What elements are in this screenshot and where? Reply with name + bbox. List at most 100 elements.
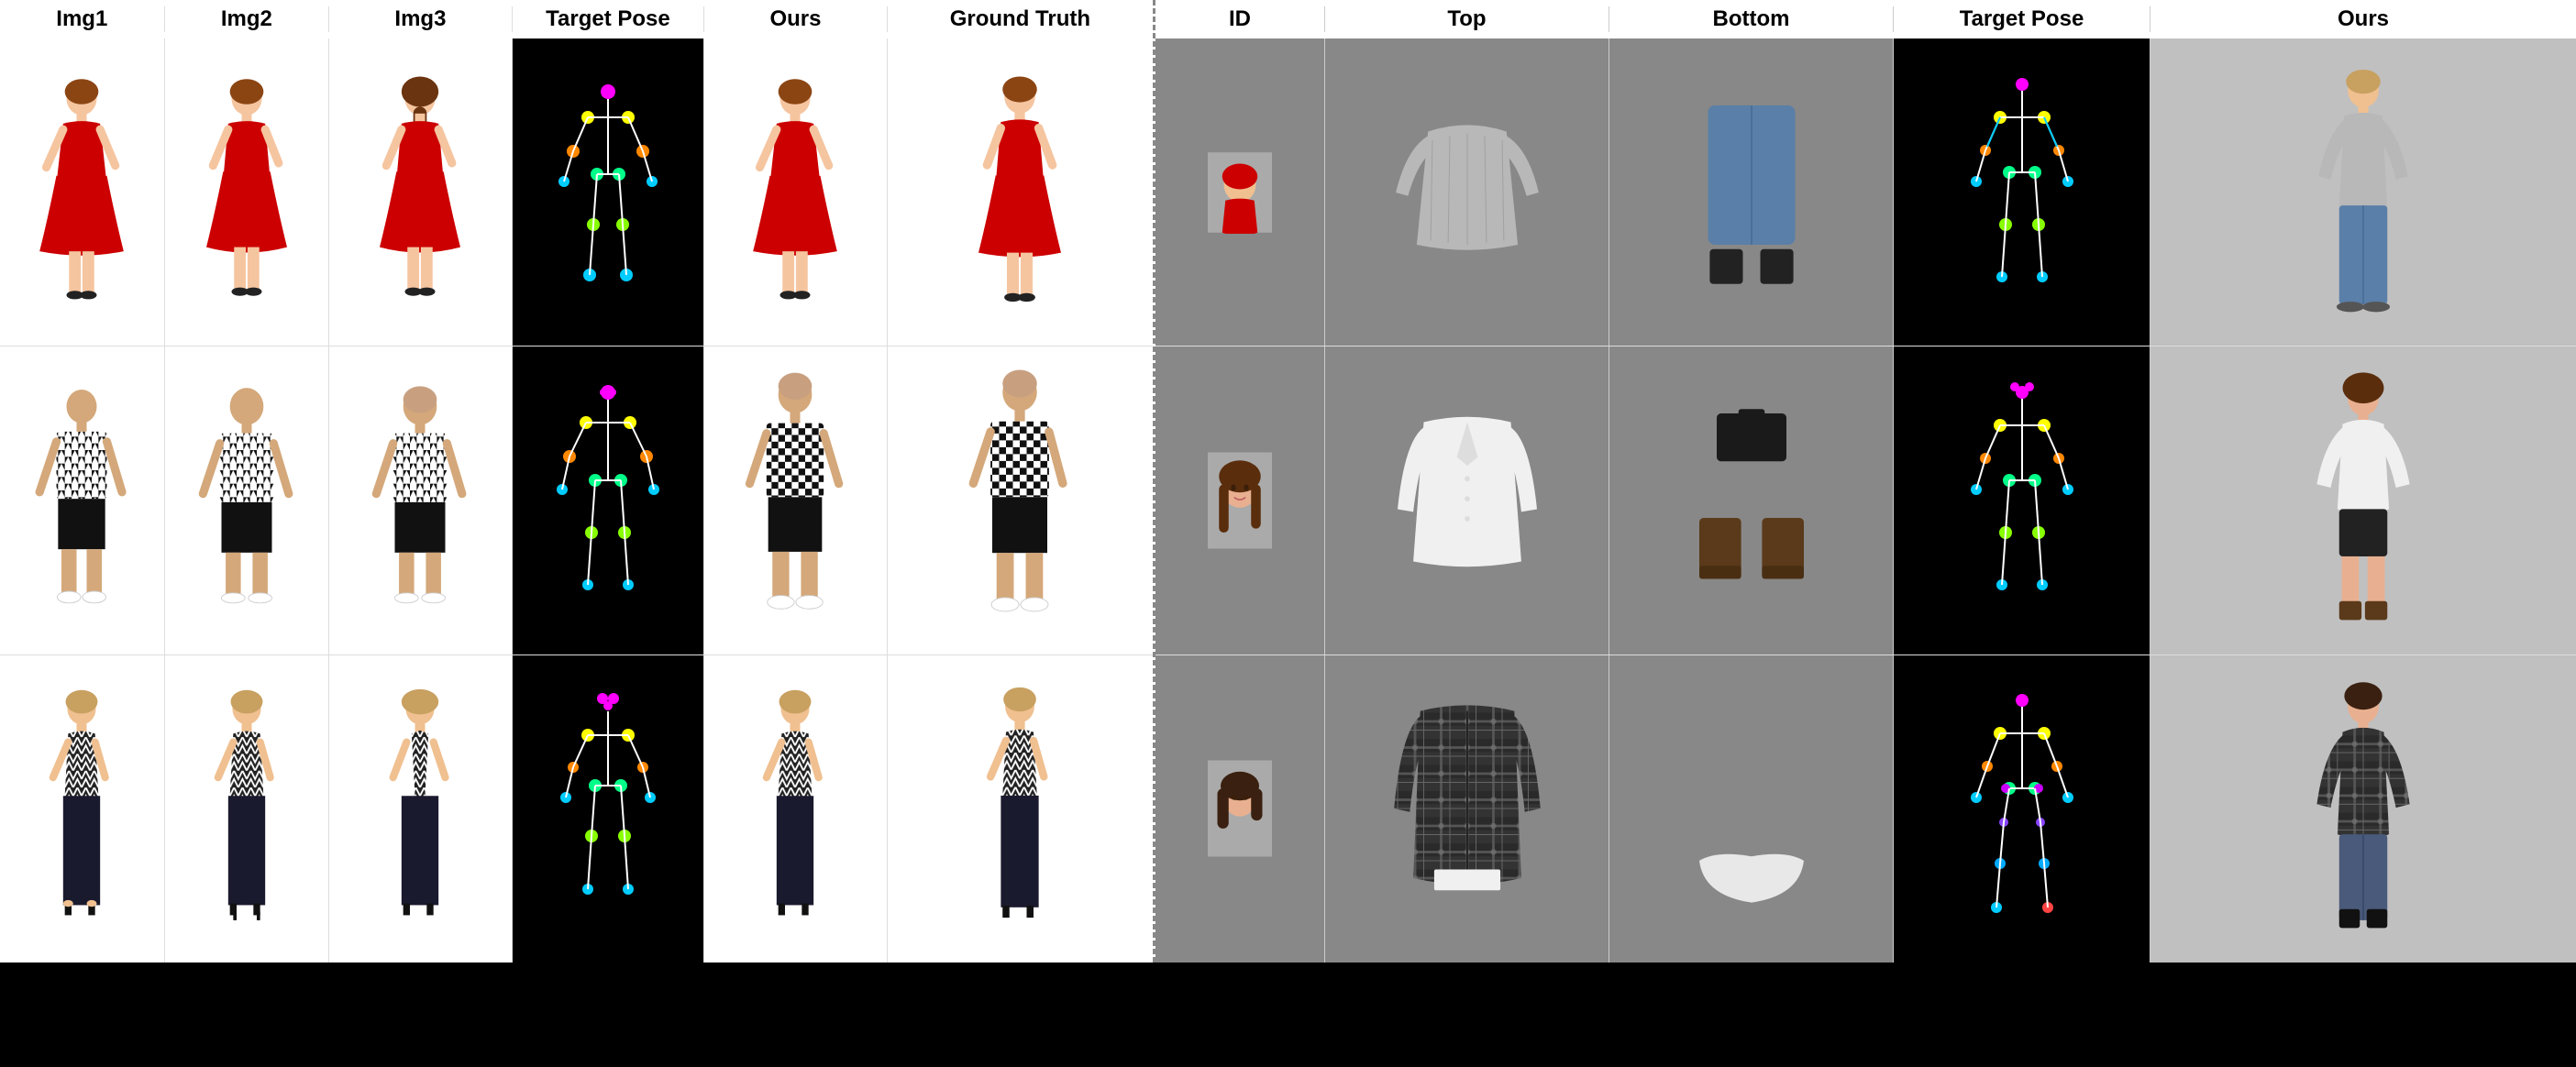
right-r1-target-pose	[1894, 38, 2150, 346]
left-r2-ours	[704, 346, 888, 654]
right-r2-ours	[2150, 346, 2576, 654]
left-r3-ground-truth	[888, 655, 1153, 962]
right-r1-ours-svg	[2294, 60, 2432, 325]
left-r2-img2	[165, 346, 330, 654]
right-r2-bottom	[1609, 346, 1894, 654]
right-r3-pose-skeleton	[1967, 666, 2077, 951]
id-r2-face	[1208, 450, 1272, 551]
right-header-row: ID Top Bottom Target Pose Ours	[1155, 0, 2576, 38]
right-r3-id	[1155, 655, 1325, 962]
left-r2-img3	[329, 346, 513, 654]
right-h1-label: ID	[1229, 6, 1251, 32]
left-h5-label: Ours	[769, 6, 821, 32]
right-header-bottom: Bottom	[1609, 6, 1894, 32]
left-r1-img3	[329, 38, 513, 346]
right-header-ours: Ours	[2150, 6, 2576, 32]
pose-skeleton-r2	[553, 358, 663, 643]
right-h4-label: Target Pose	[1960, 6, 2084, 32]
right-r2-top	[1325, 346, 1609, 654]
left-header-ground-truth: Ground Truth	[888, 6, 1153, 32]
right-r3-top	[1325, 655, 1609, 962]
left-r3-ours	[704, 655, 888, 962]
right-r1-top	[1325, 38, 1609, 346]
right-h5-label: Ours	[2338, 6, 2389, 32]
ours-r3-svg	[745, 676, 846, 941]
left-h4-label: Target Pose	[546, 6, 670, 32]
right-row-2	[1155, 346, 2576, 654]
left-r1-ours	[704, 38, 888, 346]
right-r1-id	[1155, 38, 1325, 346]
right-r2-target-pose	[1894, 346, 2150, 654]
right-r3-target-pose	[1894, 655, 2150, 962]
ours-r2-svg	[745, 363, 846, 638]
left-row-2	[0, 346, 1153, 654]
id-r1-face	[1208, 151, 1272, 234]
left-panel: Img1 Img2 Img3 Target Pose Ours Ground T…	[0, 0, 1155, 962]
left-r2-target-pose	[513, 346, 705, 654]
left-r1-target-pose	[513, 38, 705, 346]
left-r1-img1	[0, 38, 165, 346]
left-row-3	[0, 655, 1153, 962]
right-row-3	[1155, 655, 2576, 962]
right-header-target-pose: Target Pose	[1894, 6, 2150, 32]
left-r1-img2	[165, 38, 330, 346]
right-r1-ours	[2150, 38, 2576, 346]
red-dress-back-svg	[370, 64, 470, 321]
right-r3-bottom	[1609, 655, 1894, 962]
bottom-r1-jeans	[1664, 87, 1839, 298]
right-header-id: ID	[1155, 6, 1325, 32]
right-r3-ours	[2150, 655, 2576, 962]
left-h6-label: Ground Truth	[950, 6, 1090, 32]
left-r3-img2	[165, 655, 330, 962]
right-r2-id	[1155, 346, 1325, 654]
right-header-top: Top	[1325, 6, 1609, 32]
ours-r1-svg	[745, 64, 846, 321]
right-r1-bottom	[1609, 38, 1894, 346]
left-h1-label: Img1	[56, 6, 107, 32]
left-header-row: Img1 Img2 Img3 Target Pose Ours Ground T…	[0, 0, 1153, 38]
main-container: Img1 Img2 Img3 Target Pose Ours Ground T…	[0, 0, 2576, 962]
gt-r1-svg	[951, 64, 1089, 321]
left-r2-img1	[0, 346, 165, 654]
left-header-img2: Img2	[165, 6, 330, 32]
red-dress-front-svg	[31, 64, 132, 321]
right-r2-ours-svg	[2294, 368, 2432, 633]
gt-r3-svg	[951, 676, 1089, 941]
pose-skeleton-r3	[553, 666, 663, 951]
pose-skeleton-r1	[553, 50, 663, 335]
right-r3-ours-svg	[2294, 676, 2432, 941]
top-r1-sweater	[1380, 87, 1554, 298]
right-panel: ID Top Bottom Target Pose Ours	[1155, 0, 2576, 962]
bw-man-r2-img3	[370, 372, 470, 629]
left-header-ours: Ours	[704, 6, 888, 32]
left-header-img3: Img3	[329, 6, 513, 32]
red-dress-side-svg	[196, 64, 297, 321]
bottom-r3-empty	[1664, 703, 1839, 914]
bottom-black-bar	[0, 962, 2576, 1067]
bottom-r2-bag-boots	[1664, 395, 1839, 606]
bw-man-r2-img2	[196, 372, 297, 629]
gt-r2-svg	[951, 363, 1089, 638]
right-r2-pose-skeleton	[1967, 358, 2077, 643]
right-r1-pose-skeleton	[1967, 50, 2077, 335]
right-h3-label: Bottom	[1713, 6, 1790, 32]
id-r3-face	[1208, 758, 1272, 859]
left-r3-img3	[329, 655, 513, 962]
zigzag-woman-r3-img2	[196, 676, 297, 941]
left-header-img1: Img1	[0, 6, 165, 32]
left-r3-img1	[0, 655, 165, 962]
left-h2-label: Img2	[221, 6, 272, 32]
zigzag-woman-r3-img3	[370, 676, 470, 941]
left-h3-label: Img3	[394, 6, 446, 32]
left-r3-target-pose	[513, 655, 705, 962]
left-r1-ground-truth	[888, 38, 1153, 346]
left-row-1	[0, 38, 1153, 346]
top-r2-jacket	[1380, 395, 1554, 606]
zigzag-woman-r3-img1	[31, 676, 132, 941]
left-r2-ground-truth	[888, 346, 1153, 654]
bw-man-r2-img1	[31, 372, 132, 629]
left-header-target-pose: Target Pose	[513, 6, 705, 32]
right-h2-label: Top	[1447, 6, 1486, 32]
right-row-1	[1155, 38, 2576, 346]
top-r3-plaid	[1380, 685, 1554, 932]
